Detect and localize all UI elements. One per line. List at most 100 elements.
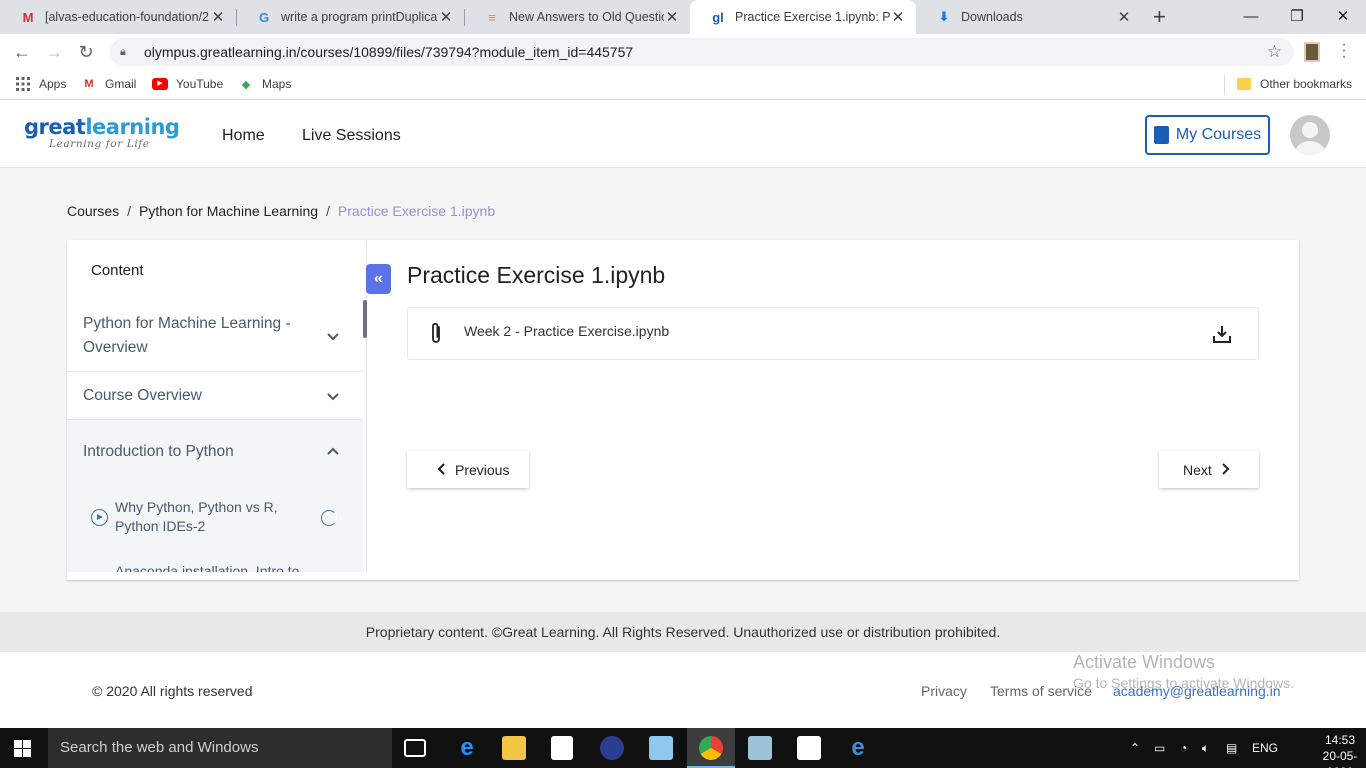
close-icon[interactable]: ✕ [664,8,680,26]
tab-title: write a program printDuplicate [281,10,438,24]
taskbar-search-box[interactable]: Search the web and Windows [48,728,392,768]
back-button[interactable]: ← [10,40,34,64]
module-overview[interactable]: Python for Machine Learning - Overview [67,312,363,372]
chevron-left-icon [437,462,445,478]
bookmark-gmail[interactable]: M Gmail [81,77,136,91]
browser-tab-strip: M [alvas-education-foundation/2 ✕ G writ… [0,0,1366,34]
breadcrumb-course[interactable]: Python for Machine Learning [139,203,318,219]
browser-tab-google[interactable]: G write a program printDuplicate ✕ [236,0,464,34]
media-icon[interactable] [797,736,821,760]
bookmarks-divider [1224,75,1225,95]
minimize-button[interactable]: — [1228,0,1274,32]
tab-title: New Answers to Old Questions [509,10,664,24]
site-header: greatlearning Learning for Life Home Liv… [0,103,1366,168]
module-intro-python[interactable]: Introduction to Python [67,420,363,572]
play-circle-icon [91,509,108,526]
lesson-item[interactable]: Anaconda installation, Intro to [91,562,341,572]
close-icon[interactable]: ✕ [438,8,454,26]
close-icon[interactable]: ✕ [890,8,906,26]
stackoverflow-icon: ≡ [488,9,496,25]
bookmark-apps[interactable]: Apps [15,77,66,91]
restore-button[interactable]: ❐ [1274,0,1320,32]
bookmark-other[interactable]: Other bookmarks [1236,77,1352,91]
clock-time: 14:53 [1324,733,1356,747]
breadcrumb: Courses / Python for Machine Learning / … [67,203,495,219]
breadcrumb-separator: / [326,203,330,219]
maps-icon: ◆ [241,78,251,91]
url-text: olympus.greatlearning.in/courses/10899/f… [144,44,634,60]
chevron-right-icon [1222,462,1230,478]
greatlearning-icon: gl [712,9,724,25]
bookmark-star-icon[interactable]: ☆ [1267,42,1282,62]
module-course-overview[interactable]: Course Overview [67,372,363,420]
nav-home[interactable]: Home [222,127,265,145]
new-tab-button[interactable]: + [1153,4,1166,30]
browser-tab-stackoverflow[interactable]: ≡ New Answers to Old Questions ✕ [464,0,690,34]
lock-icon: 🔒︎ [120,45,126,58]
window-close-button[interactable]: ✕ [1320,0,1366,32]
chrome-icon[interactable] [699,736,723,760]
lesson-label: Why Python, Python vs R, Python IDEs-2 [115,499,278,534]
action-center-icon[interactable]: ▤ [1226,728,1237,768]
windows-start-icon[interactable] [14,740,32,757]
paperclip-icon [432,322,440,343]
google-icon: G [258,9,270,25]
windows-taskbar: Search the web and Windows e e ⌃ ▭ ◔ 🔈︎ … [0,728,1366,768]
browser-profile-avatar[interactable] [1304,42,1320,62]
internet-explorer-icon[interactable]: e [846,736,870,760]
edge-icon[interactable]: e [455,736,479,760]
activate-windows-watermark: Activate Windows Go to Settings to activ… [1073,652,1294,691]
collapse-sidebar-button[interactable]: « [366,264,391,294]
language-indicator[interactable]: ENG [1252,728,1278,768]
bookmark-label: Apps [39,77,67,91]
download-icon: ⬇ [938,9,950,24]
module-label: Introduction to Python [83,443,234,460]
address-bar[interactable]: 🔒︎ olympus.greatlearning.in/courses/1089… [110,38,1294,66]
bookmark-maps[interactable]: ◆ Maps [238,77,292,91]
wifi-icon[interactable]: ◔ [1180,728,1187,768]
store-icon[interactable] [551,736,573,760]
module-label: Course Overview [83,387,202,404]
browser-tab-active[interactable]: gl Practice Exercise 1.ipynb: Pytho ✕ [690,0,916,34]
breadcrumb-current: Practice Exercise 1.ipynb [337,203,496,219]
previous-button[interactable]: Previous [407,451,529,488]
bookmark-youtube[interactable]: ▶ YouTube [152,77,223,91]
file-explorer-icon[interactable] [502,736,526,760]
file-name[interactable]: Week 2 - Practice Exercise.ipynb [464,323,669,339]
reload-button[interactable]: ↻ [74,40,98,64]
volume-icon[interactable]: 🔈︎ [1202,728,1209,768]
folder-icon [1236,77,1252,91]
apps-grid-icon [15,77,31,91]
book-icon [1153,126,1169,144]
greatlearning-logo[interactable]: greatlearning Learning for Life [24,115,180,150]
next-button[interactable]: Next [1159,451,1259,488]
file-attachment[interactable]: Week 2 - Practice Exercise.ipynb [407,307,1259,360]
privacy-link[interactable]: Privacy [921,683,967,699]
show-hidden-icons[interactable]: ⌃ [1130,728,1140,768]
task-view-icon[interactable] [404,739,426,757]
browser-menu-icon[interactable]: · · · [1338,37,1350,65]
breadcrumb-courses[interactable]: Courses [67,203,119,219]
browser-tab-gmail[interactable]: M [alvas-education-foundation/2 ✕ [0,0,236,34]
sidebar-scrollbar[interactable] [363,300,367,338]
eclipse-icon[interactable] [600,736,624,760]
system-clock[interactable]: 14:53 20-05-2020 [1314,732,1366,768]
browser-tab-downloads[interactable]: ⬇ Downloads ✕ [916,0,1142,34]
user-avatar[interactable] [1290,115,1330,155]
close-icon[interactable]: ✕ [1116,8,1132,26]
lesson-item[interactable]: Why Python, Python vs R, Python IDEs-2 [91,498,341,536]
clock-date: 20-05-2020 [1322,749,1358,768]
close-icon[interactable]: ✕ [210,8,226,26]
notepad-icon[interactable] [748,736,772,760]
watermark-subtitle: Go to Settings to activate Windows. [1073,675,1294,691]
nav-live-sessions[interactable]: Live Sessions [302,127,401,145]
bookmark-label: YouTube [176,77,224,91]
my-courses-button[interactable]: My Courses [1145,115,1270,155]
download-icon[interactable] [1212,324,1232,344]
chevron-down-icon [327,393,339,401]
forward-button[interactable]: → [42,40,66,64]
virtualbox-icon[interactable] [649,736,673,760]
battery-icon[interactable]: ▭ [1154,728,1165,768]
logo-text-accent: learning [85,115,180,139]
youtube-icon: ▶ [152,77,168,91]
